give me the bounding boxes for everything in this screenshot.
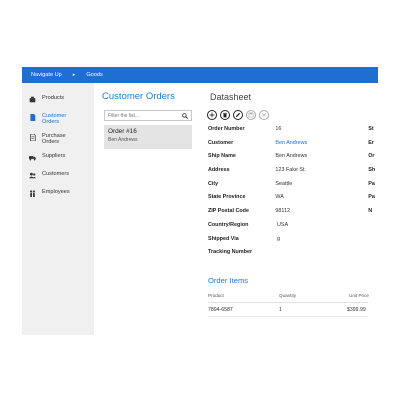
box-icon xyxy=(22,95,42,103)
order-title: Order #16 xyxy=(108,128,137,135)
tab-datasheet[interactable]: Datasheet xyxy=(210,92,251,102)
field-value: Seattle xyxy=(275,180,293,187)
sidebar-item-employees[interactable]: Employees xyxy=(22,189,94,207)
sidebar-item-suppliers[interactable]: Suppliers xyxy=(22,153,94,171)
column-header-quantity: Quantity xyxy=(279,293,297,298)
field-label: State Province xyxy=(208,194,246,201)
field-label: City xyxy=(208,180,219,187)
add-button[interactable] xyxy=(207,110,217,120)
order-customer: Ben Andrews xyxy=(108,137,138,143)
field-row-zip: ZIP Postal Code 98112 N xyxy=(208,208,378,222)
delete-button[interactable] xyxy=(220,110,230,120)
field-value: USA xyxy=(277,221,289,228)
field-label: Order Number xyxy=(208,126,245,132)
top-navigation-bar: Navigate Up ▸ Goods xyxy=(22,67,378,83)
order-detail-panel: Datasheet Order Number 16 St Customer Be… xyxy=(196,83,378,335)
field-value: g xyxy=(277,235,280,242)
sidebar-item-products[interactable]: Products xyxy=(22,95,94,113)
sidebar-item-purchase-orders[interactable]: Purchase Orders xyxy=(22,133,94,153)
cell-quantity: 1 xyxy=(279,307,282,313)
field-label-right: Or xyxy=(368,153,375,160)
field-value: WA xyxy=(275,194,284,201)
page-title: Customer Orders xyxy=(102,91,175,102)
cancel-icon xyxy=(262,113,266,117)
column-header-unit-price: Unit Price xyxy=(349,293,369,298)
filter-input[interactable] xyxy=(108,112,182,119)
sidebar-item-customer-orders[interactable]: Customer Orders xyxy=(22,113,94,133)
breadcrumb-separator-icon: ▸ xyxy=(72,72,76,78)
field-label: Customer xyxy=(208,139,234,146)
sidebar-item-customers[interactable]: Customers xyxy=(22,171,94,189)
add-icon xyxy=(209,112,215,118)
sidebar-item-label: Products xyxy=(42,95,65,101)
divider xyxy=(208,316,368,317)
field-row-country: Country/Region USA xyxy=(208,222,378,236)
sidebar-item-label: Employees xyxy=(42,189,70,195)
field-value: 123 Fake St. xyxy=(275,167,306,174)
save-icon xyxy=(248,112,254,118)
divider xyxy=(208,302,368,303)
field-row-order-number: Order Number 16 St xyxy=(208,126,378,140)
field-label-right: Pa xyxy=(368,194,375,201)
customer-link[interactable]: Ben Andrews xyxy=(275,140,368,146)
field-row-shipped-via: Shipped Via g xyxy=(208,236,378,250)
detail-toolbar xyxy=(207,110,272,120)
field-value: 98112 xyxy=(275,208,290,215)
order-fields: Order Number 16 St Customer Ben Andrews … xyxy=(208,126,378,263)
field-value: 16 xyxy=(275,126,282,132)
app-window: Navigate Up ▸ Goods Products Customer Or… xyxy=(22,67,378,335)
field-label: Tracking Number xyxy=(208,249,253,256)
sidebar-item-label: Customers xyxy=(42,171,70,177)
table-row[interactable]: 7894-6587 1 $399.99 xyxy=(208,307,378,315)
document-icon xyxy=(22,113,42,121)
field-row-city: City Seattle Pa xyxy=(208,181,378,195)
field-label: Country/Region xyxy=(208,221,249,228)
field-label: Ship Name xyxy=(208,153,236,160)
field-row-ship-name: Ship Name Ben Andrews Or xyxy=(208,153,378,167)
navigate-up-link[interactable]: Navigate Up xyxy=(31,72,62,78)
field-label: ZIP Postal Code xyxy=(208,208,249,215)
field-label-right: Pa xyxy=(368,180,375,187)
sidebar-item-label: Suppliers xyxy=(42,153,66,159)
cell-unit-price: $399.99 xyxy=(347,307,366,313)
sidebar-item-label: Purchase Orders xyxy=(42,133,66,145)
cell-product: 7894-6587 xyxy=(208,307,233,313)
column-header-product: Product xyxy=(208,293,224,298)
filter-box xyxy=(104,110,192,121)
field-label-right: N xyxy=(368,208,373,215)
field-label: Address xyxy=(208,167,230,174)
people-icon xyxy=(22,171,42,179)
field-value: Ben Andrews xyxy=(275,153,308,160)
order-items-title: Order Items xyxy=(208,276,249,285)
save-button[interactable] xyxy=(246,110,256,120)
purchase-document-icon xyxy=(22,133,42,141)
field-label-right: Er xyxy=(368,139,374,146)
orders-list-panel: Customer Orders Order #16 Ben Andrews xyxy=(94,83,196,335)
sidebar: Products Customer Orders Purchase Orders… xyxy=(22,83,94,335)
list-item-order[interactable]: Order #16 Ben Andrews xyxy=(104,125,192,149)
field-label-right: Sh xyxy=(368,167,376,174)
breadcrumb-goods[interactable]: Goods xyxy=(86,72,102,78)
edit-icon xyxy=(235,112,241,118)
field-row-state-province: State Province WA Pa xyxy=(208,194,378,208)
truck-icon xyxy=(22,153,42,161)
field-row-tracking-number: Tracking Number xyxy=(208,249,378,263)
field-row-address: Address 123 Fake St. Sh xyxy=(208,167,378,181)
edit-button[interactable] xyxy=(233,110,243,120)
sidebar-item-label: Customer Orders xyxy=(42,113,67,125)
delete-icon xyxy=(222,112,228,118)
cancel-button[interactable] xyxy=(259,110,269,120)
field-row-customer: Customer Ben Andrews Er xyxy=(208,140,378,154)
search-icon[interactable] xyxy=(182,113,188,119)
field-label: Shipped Via xyxy=(208,235,239,242)
order-items-header: Product Quantity Unit Price xyxy=(208,293,378,301)
employees-icon xyxy=(22,189,42,197)
field-label-right: St xyxy=(368,126,374,132)
